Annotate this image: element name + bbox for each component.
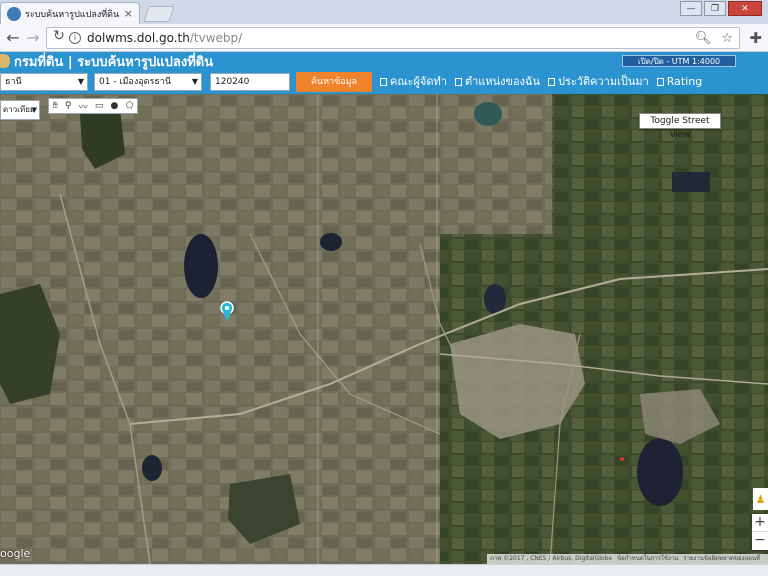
nav-item-label: คณะผู้จัดทำ	[390, 75, 447, 88]
zoom-in-button[interactable]: +	[752, 514, 768, 532]
satellite-map[interactable]: ดาวเทียม ▼ ✋︎ ⚲ 〰 ▭ ● ⬠ Toggle Street Vi…	[0, 94, 768, 564]
nav-checkbox-icon	[454, 78, 462, 86]
report-error-link[interactable]: รายงานข้อผิดพลาดของแผนที่	[683, 554, 760, 564]
map-type-select[interactable]: ดาวเทียม ▼	[0, 100, 40, 120]
department-logo-icon	[0, 54, 10, 68]
circle-icon[interactable]: ●	[111, 101, 119, 111]
nav-item-rating[interactable]: Rating	[656, 73, 703, 91]
province-select[interactable]: ธานี ▼	[0, 73, 88, 91]
nav-item-label: Rating	[666, 75, 703, 88]
polygon-icon[interactable]: ⬠	[126, 101, 134, 111]
browser-toolbar: ← → ↻ ↻ i dolwms.dol.go.th /tvwebp/ 🔍︎ ☆…	[0, 24, 768, 52]
app-brand: กรมที่ดิน | ระบบค้นหารูปแปลงที่ดิน	[0, 52, 213, 70]
tab-title: ระบบค้นหารูปแปลงที่ดิน	[25, 9, 120, 20]
url-host: dolwms.dol.go.th	[87, 31, 190, 45]
zoom-control: + −	[752, 514, 768, 550]
maximize-button[interactable]: ❐	[704, 1, 726, 16]
reload-icon[interactable]: ↻	[53, 29, 65, 44]
browser-tab-strip: ระบบค้นหารูปแปลงที่ดิน × — ❐ ✕	[0, 0, 768, 24]
map-type-value: ดาวเทียม	[3, 105, 36, 114]
parcel-number-value: 120240	[215, 77, 250, 87]
utm-toggle-button[interactable]: เปิด/ปิด - UTM 1:4000	[622, 55, 736, 67]
new-tab-button[interactable]	[143, 6, 175, 22]
chevron-down-icon: ▼	[31, 106, 37, 114]
extension-icon[interactable]: ✚	[749, 29, 762, 47]
minimize-button[interactable]: —	[680, 1, 702, 16]
zoom-out-button[interactable]: −	[752, 532, 768, 550]
browser-bottom-bar	[0, 564, 768, 576]
window-controls: — ❐ ✕	[678, 1, 762, 16]
browser-tab[interactable]: ระบบค้นหารูปแปลงที่ดิน ×	[0, 2, 140, 24]
marker-icon[interactable]: ⚲	[65, 101, 72, 111]
app-header: กรมที่ดิน | ระบบค้นหารูปแปลงที่ดิน เปิด/…	[0, 52, 768, 70]
nav-item-my-location[interactable]: ตำแหน่งของฉัน	[454, 73, 540, 91]
zoom-icon[interactable]: 🔍︎	[695, 31, 712, 46]
site-favicon-icon	[7, 6, 21, 21]
close-window-button[interactable]: ✕	[728, 1, 762, 16]
drawing-toolbar: ✋︎ ⚲ 〰 ▭ ● ⬠	[48, 98, 138, 114]
chevron-down-icon: ▼	[77, 77, 84, 86]
tab-close-icon[interactable]: ×	[124, 7, 133, 20]
google-logo: oogle	[0, 547, 31, 560]
polyline-icon[interactable]: 〰	[79, 100, 88, 113]
address-bar[interactable]: ↻ i dolwms.dol.go.th /tvwebp/ 🔍︎ ☆	[46, 27, 740, 49]
back-arrow-icon[interactable]: ←	[4, 29, 22, 47]
map-attribution: ภาพ ©2017 , CNES / Airbus, DigitalGlobe …	[487, 554, 768, 564]
district-select[interactable]: 01 - เมืองอุดรธานี ▼	[94, 73, 202, 91]
forward-arrow-icon[interactable]: →	[24, 29, 42, 47]
nav-checkbox-icon	[380, 78, 387, 86]
toggle-street-view-button[interactable]: Toggle Street View	[639, 113, 721, 140]
app-title: กรมที่ดิน | ระบบค้นหารูปแปลงที่ดิน	[14, 54, 214, 70]
nav-checkbox-icon	[548, 78, 555, 86]
header-nav: คณะผู้จัดทำ ตำแหน่งของฉัน ประวัติความเป็…	[380, 73, 710, 91]
satellite-imagery	[0, 94, 768, 564]
nav-item-label: ประวัติความเป็นมา	[558, 75, 649, 88]
imagery-credit: ภาพ ©2017 , CNES / Airbus, DigitalGlobe	[490, 555, 613, 562]
pan-hand-icon[interactable]: ✋︎	[53, 101, 58, 111]
nav-item-history[interactable]: ประวัติความเป็นมา	[548, 73, 649, 91]
url-path: /tvwebp/	[189, 31, 243, 45]
search-button[interactable]: ค้นหาข้อมูล	[296, 72, 372, 92]
nav-checkbox-icon	[656, 78, 664, 86]
search-bar: ธานี ▼ 01 - เมืองอุดรธานี ▼ 120240 ค้นหา…	[0, 70, 768, 94]
info-icon[interactable]: i	[69, 32, 81, 44]
district-select-value: 01 - เมืองอุดรธานี	[99, 77, 172, 87]
terms-link[interactable]: ข้อกำหนดในการใช้งาน	[617, 554, 678, 564]
star-icon[interactable]: ☆	[721, 31, 733, 46]
nav-item-label: ตำแหน่งของฉัน	[464, 75, 540, 88]
province-select-value: ธานี	[5, 77, 22, 87]
pegman-icon[interactable]: ♟︎	[753, 488, 768, 510]
chevron-down-icon: ▼	[191, 77, 198, 86]
parcel-number-input[interactable]: 120240	[210, 73, 290, 91]
nav-item-team[interactable]: คณะผู้จัดทำ	[380, 73, 447, 91]
rectangle-icon[interactable]: ▭	[95, 101, 104, 111]
